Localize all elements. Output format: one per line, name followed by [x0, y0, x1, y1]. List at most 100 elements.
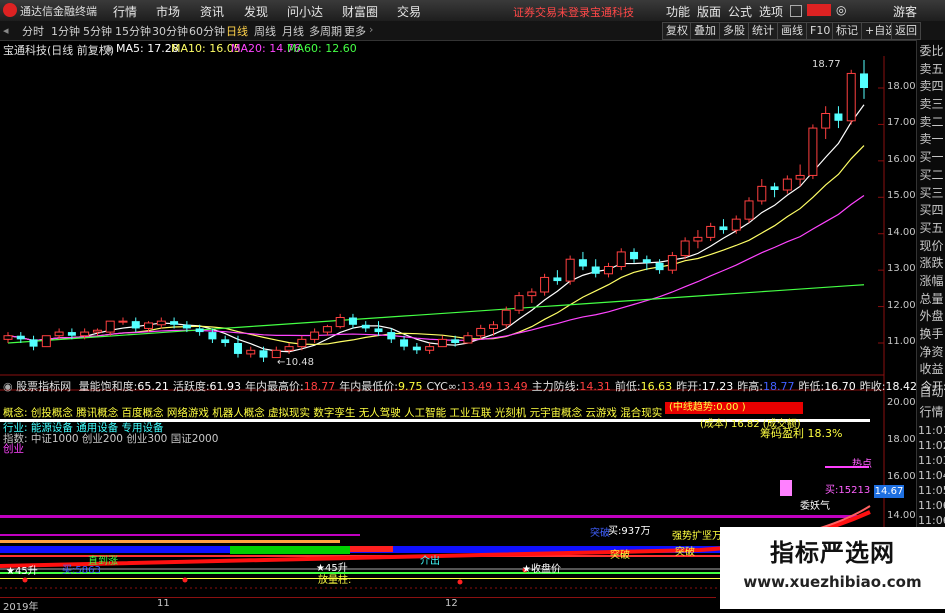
candle-body	[565, 258, 575, 282]
menu-shichang[interactable]: 市场	[156, 3, 180, 20]
stat-value: 17.23	[701, 380, 734, 393]
candle-body	[808, 127, 818, 176]
period-daily[interactable]: 日线	[226, 23, 248, 39]
menu-banmian[interactable]: 版面	[697, 3, 721, 20]
stat-value: 18.77	[303, 380, 336, 393]
candle-body	[156, 320, 166, 326]
btn-fanhui[interactable]: 返回	[891, 22, 921, 40]
mail-badge-icon[interactable]	[807, 4, 831, 16]
candle-body	[259, 350, 268, 358]
yellow-line	[0, 578, 720, 579]
candle-body	[67, 332, 76, 336]
menu-jiaoyi[interactable]: 交易	[397, 3, 421, 20]
user-icon[interactable]: ◎	[836, 3, 846, 17]
candlestick-series	[3, 59, 868, 362]
menu-wenxiaoda[interactable]: 问小达	[287, 3, 323, 20]
menu-zixun[interactable]: 资讯	[200, 3, 224, 20]
label-heat: 委妖气	[800, 501, 830, 512]
label-buy2: 买:937万	[608, 526, 651, 537]
app-name: 通达信金融终端	[20, 5, 97, 18]
ma5-value: MA5: 17.28	[116, 42, 179, 55]
candle-body	[782, 178, 792, 191]
candle-body	[335, 317, 345, 328]
period-60min[interactable]: 60分钟	[189, 23, 225, 39]
stat-value: 16.63	[640, 380, 673, 393]
price-tag: 14.67	[874, 485, 904, 498]
label-down: ★收盘价	[522, 564, 561, 575]
candle-body	[501, 309, 511, 326]
period-monthly[interactable]: 月线	[282, 23, 304, 39]
candle-body	[361, 324, 370, 329]
candle-body	[374, 328, 383, 333]
candle-body	[437, 338, 447, 348]
period-fenshi[interactable]: 分时	[22, 23, 44, 39]
candle-body	[170, 321, 179, 325]
candle-body	[322, 326, 332, 333]
menu-faxian[interactable]: 发现	[244, 3, 268, 20]
indicator-name[interactable]: 股票指标网	[16, 380, 71, 393]
menu-gongneng[interactable]: 功能	[666, 3, 690, 20]
candle-body	[616, 251, 626, 268]
period-weekly[interactable]: 周线	[254, 23, 276, 39]
menu-caifuquan[interactable]: 财富圈	[342, 3, 378, 20]
index-line: 指数: 中证1000 创业200 创业300 国证2000	[3, 433, 219, 445]
candle-body	[680, 240, 690, 257]
period-15min[interactable]: 15分钟	[115, 23, 151, 39]
btn-f10[interactable]: F10	[806, 22, 835, 40]
stat-label: 昨收:	[859, 380, 886, 393]
guest-label[interactable]: 游客	[893, 3, 917, 20]
menu-hangqing[interactable]: 行情	[113, 3, 137, 20]
candle-body	[488, 324, 498, 329]
label-volume: 放量柱:	[318, 575, 352, 586]
left-arrow-icon[interactable]: ◂	[3, 24, 9, 37]
candle-body	[29, 339, 38, 347]
candle-body	[41, 335, 51, 348]
candle-body	[795, 174, 805, 180]
period-multi[interactable]: 多周期	[309, 23, 342, 39]
period-5min[interactable]: 5分钟	[83, 23, 112, 39]
candle-body	[834, 113, 843, 121]
signal-dot	[22, 577, 28, 583]
app-logo-icon	[3, 3, 17, 17]
btn-duogu[interactable]: 多股	[719, 22, 749, 40]
pink-block	[780, 480, 792, 496]
candle-body	[246, 349, 256, 355]
settings-gear-icon[interactable]: ◉	[104, 42, 114, 55]
candle-body	[54, 331, 64, 337]
btn-tongji[interactable]: 统计	[748, 22, 778, 40]
btn-biaoji[interactable]: 标记	[832, 22, 862, 40]
indicator-tick-label: 20.00	[887, 397, 916, 408]
label-price1: 介出	[420, 556, 440, 567]
stat-value: 13.49	[496, 380, 528, 393]
label-shout: 直到涨	[88, 556, 118, 567]
label-bull: 突破	[675, 547, 695, 558]
stat-value: 16.70	[824, 380, 856, 393]
label-lesser: 突破	[590, 528, 610, 539]
candle-body	[195, 328, 204, 333]
chevron-right-icon[interactable]: ›	[369, 23, 373, 36]
candle-body	[693, 236, 703, 242]
stat-label: 前低:	[614, 380, 641, 393]
menu-xuanxiang[interactable]: 选项	[759, 3, 783, 20]
candle-body	[514, 295, 524, 311]
menu-gongshi[interactable]: 公式	[728, 3, 752, 20]
stat-value: 61.93	[209, 380, 242, 393]
period-1min[interactable]: 1分钟	[51, 23, 80, 39]
candle-body	[297, 338, 307, 348]
candle-body	[540, 276, 550, 293]
candle-body	[527, 291, 537, 297]
candle-body	[131, 321, 140, 329]
login-warning[interactable]: 证券交易未登录	[513, 4, 590, 20]
period-30min[interactable]: 30分钟	[152, 23, 188, 39]
period-more[interactable]: 更多	[344, 23, 366, 39]
window-restore-icon[interactable]	[790, 5, 802, 17]
btn-huaxian[interactable]: 画线	[777, 22, 807, 40]
btn-diejia[interactable]: 叠加	[690, 22, 720, 40]
indicator-settings-icon[interactable]: ◉	[3, 380, 13, 393]
candle-body	[553, 277, 562, 282]
stat-label: 主力防线:	[531, 380, 580, 393]
trend-badge: (中线趋势:0.00 )	[665, 402, 803, 414]
stat-label: 年内最高价:	[245, 380, 304, 393]
date-axis	[0, 597, 716, 610]
btn-fuquan[interactable]: 复权	[662, 22, 692, 40]
